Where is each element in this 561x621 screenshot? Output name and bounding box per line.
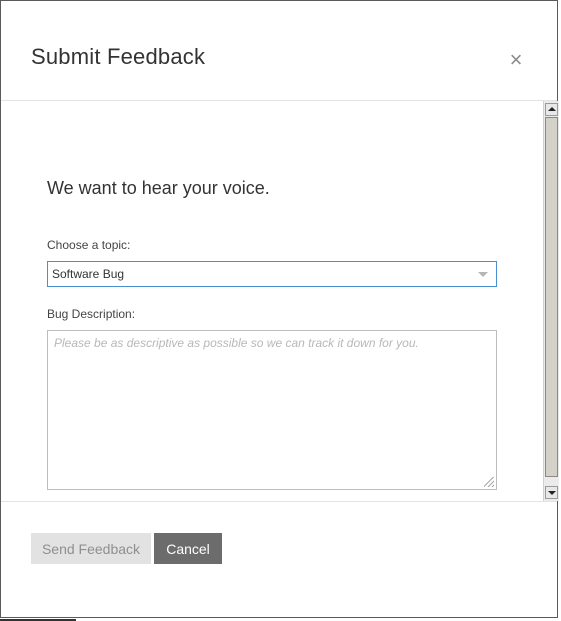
dialog-title: Submit Feedback bbox=[31, 44, 206, 69]
scroll-down-arrow-icon[interactable] bbox=[545, 486, 558, 499]
form-headline: We want to hear your voice. bbox=[47, 178, 270, 198]
topic-select[interactable]: Software Bug bbox=[47, 261, 497, 287]
topic-label: Choose a topic: bbox=[47, 238, 131, 252]
screen: Submit Feedback × We want to hear your v… bbox=[0, 0, 561, 621]
scroll-up-arrow-icon[interactable] bbox=[545, 103, 558, 116]
send-feedback-button[interactable]: Send Feedback bbox=[31, 533, 151, 564]
close-icon[interactable]: × bbox=[506, 49, 526, 71]
bug-description-textarea[interactable]: Please be as descriptive as possible so … bbox=[47, 330, 497, 490]
dialog-footer: Send Feedback Cancel bbox=[1, 501, 557, 618]
resize-grip-icon[interactable] bbox=[484, 477, 494, 487]
dialog-header: Submit Feedback × bbox=[1, 1, 557, 101]
chevron-down-icon bbox=[478, 272, 488, 277]
dialog-scrollbar[interactable] bbox=[543, 101, 559, 501]
feedback-dialog: Submit Feedback × We want to hear your v… bbox=[0, 0, 559, 618]
description-label: Bug Description: bbox=[47, 307, 136, 321]
cancel-button[interactable]: Cancel bbox=[154, 533, 222, 564]
bug-description-placeholder: Please be as descriptive as possible so … bbox=[54, 336, 419, 350]
topic-select-value: Software Bug bbox=[52, 267, 125, 281]
scroll-thumb[interactable] bbox=[545, 117, 558, 477]
dialog-body: We want to hear your voice. Choose a top… bbox=[1, 101, 542, 501]
